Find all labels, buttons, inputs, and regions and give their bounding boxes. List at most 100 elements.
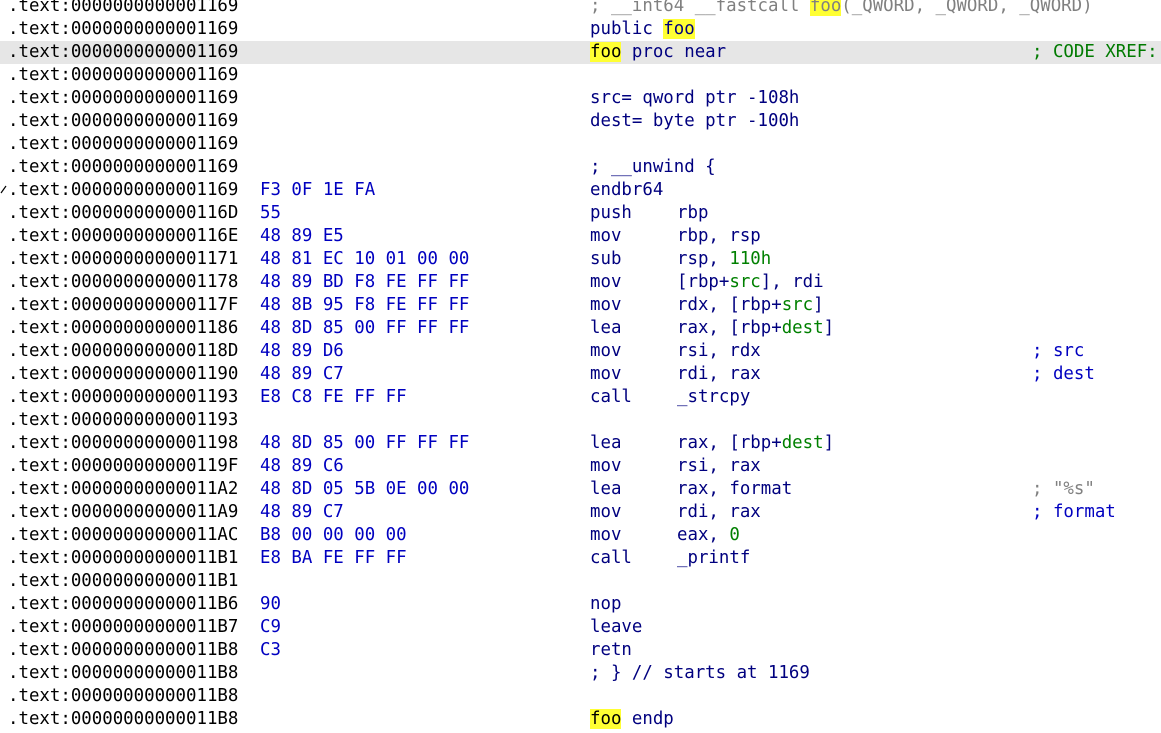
listing-row[interactable]: .text:00000000000011B8 (0, 685, 1161, 708)
address[interactable]: .text:00000000000011A2 (8, 478, 238, 501)
mnemonic[interactable]: mov (590, 294, 621, 317)
function-name[interactable]: foo (809, 0, 842, 16)
address[interactable]: .text:00000000000011B7 (8, 616, 238, 639)
mnemonic[interactable]: mov (590, 501, 621, 524)
mnemonic[interactable]: mov (590, 340, 621, 363)
address[interactable]: .text:000000000000117F (8, 294, 238, 317)
mnemonic[interactable]: call (590, 386, 632, 409)
listing-row[interactable]: .text:000000000000117F 48 8B 95 F8 FE FF … (0, 294, 1161, 317)
address[interactable]: .text:00000000000011A9 (8, 501, 238, 524)
listing-row[interactable]: .text:0000000000001169 (0, 64, 1161, 87)
listing-row[interactable]: .text:00000000000011B7 C9 leave (0, 616, 1161, 639)
listing-row[interactable]: .text:0000000000001178 48 89 BD F8 FE FF … (0, 271, 1161, 294)
mnemonic[interactable]: mov (590, 524, 621, 547)
listing-row[interactable]: .text:00000000000011A9 48 89 C7 mov rdi, ra… (0, 501, 1161, 524)
listing-row[interactable]: .text:00000000000011B8 ; } // starts at 1… (0, 662, 1161, 685)
address[interactable]: .text:0000000000001169 (8, 156, 238, 179)
address[interactable]: .text:00000000000011B8 (8, 708, 238, 731)
listing-row[interactable]: .text:00000000000011A2 48 8D 05 5B 0E 00 … (0, 478, 1161, 501)
mnemonic[interactable]: mov (590, 363, 621, 386)
mnemonic[interactable]: lea (590, 432, 621, 455)
operands[interactable]: rax, [rbp+dest] (677, 432, 834, 455)
listing-row[interactable]: .text:0000000000001169 dest= byte ptr -10… (0, 110, 1161, 133)
listing-row[interactable]: .text:0000000000001193 E8 C8 FE FF FF call… (0, 386, 1161, 409)
address[interactable]: .text:0000000000001169 (8, 0, 238, 18)
listing-row[interactable]: .text:00000000000011B8 C3 retn (0, 639, 1161, 662)
listing-row[interactable]: .text:00000000000011AC B8 00 00 00 00 mov e… (0, 524, 1161, 547)
address[interactable]: .text:0000000000001171 (8, 248, 238, 271)
mnemonic[interactable]: lea (590, 317, 621, 340)
stack-variable[interactable]: src= qword ptr -108h (590, 87, 799, 110)
function-name[interactable]: foo (590, 42, 622, 62)
listing-row[interactable]: .text:0000000000001198 48 8D 85 00 FF FF … (0, 432, 1161, 455)
address[interactable]: .text:0000000000001198 (8, 432, 238, 455)
address[interactable]: .text:0000000000001169 (8, 18, 238, 41)
address[interactable]: .text:000000000000118D (8, 340, 238, 363)
listing-row[interactable]: .text:0000000000001169 foo proc near ; COD… (0, 41, 1161, 64)
mnemonic[interactable]: mov (590, 225, 621, 248)
operands[interactable]: rax, format (677, 478, 792, 501)
function-name[interactable]: foo (663, 19, 695, 39)
address[interactable]: .text:0000000000001193 (8, 386, 238, 409)
mnemonic[interactable]: call (590, 547, 632, 570)
listing-row[interactable]: .text:000000000000116D 55 push rbp (0, 202, 1161, 225)
mnemonic[interactable]: push (590, 202, 632, 225)
mnemonic[interactable]: mov (590, 455, 621, 478)
address[interactable]: .text:00000000000011B6 (8, 593, 238, 616)
address[interactable]: .text:0000000000001169 (8, 110, 238, 133)
address[interactable]: .text:000000000000116E (8, 225, 238, 248)
mnemonic[interactable]: retn (590, 639, 632, 662)
listing-row[interactable]: .text:00000000000011B1 E8 BA FE FF FF call… (0, 547, 1161, 570)
listing-row[interactable]: .text:0000000000001169 public foo (0, 18, 1161, 41)
address[interactable]: .text:00000000000011B1 (8, 570, 238, 593)
address[interactable]: .text:00000000000011B8 (8, 639, 238, 662)
address[interactable]: .text:0000000000001193 (8, 409, 238, 432)
address[interactable]: .text:00000000000011B8 (8, 662, 238, 685)
listing-row[interactable]: .text:0000000000001186 48 8D 85 00 FF FF … (0, 317, 1161, 340)
listing-row[interactable]: .text:0000000000001171 48 81 EC 10 01 00 … (0, 248, 1161, 271)
mnemonic[interactable]: mov (590, 271, 621, 294)
address[interactable]: .text:0000000000001169 (8, 64, 238, 87)
mnemonic[interactable]: nop (590, 593, 621, 616)
listing-row[interactable]: .text:0000000000001169 ; __unwind { (0, 156, 1161, 179)
operands[interactable]: rdi, rax (677, 363, 761, 386)
operands[interactable]: rsp, 110h (677, 248, 771, 271)
address[interactable]: .text:00000000000011AC (8, 524, 238, 547)
listing-row[interactable]: .text:00000000000011B1 (0, 570, 1161, 593)
address[interactable]: .text:00000000000011B1 (8, 547, 238, 570)
operands[interactable]: rdi, rax (677, 501, 761, 524)
address[interactable]: .text:0000000000001169 (8, 41, 238, 64)
listing-row[interactable]: .text:0000000000001193 (0, 409, 1161, 432)
mnemonic[interactable]: sub (590, 248, 621, 271)
operands[interactable]: _printf (677, 547, 750, 570)
operands[interactable]: rbp (677, 202, 708, 225)
address[interactable]: .text:0000000000001169 (8, 179, 238, 202)
address[interactable]: .text:0000000000001169 (8, 133, 238, 156)
listing-row[interactable]: .text:0000000000001190 48 89 C7 mov rdi, ra… (0, 363, 1161, 386)
operands[interactable]: rbp, rsp (677, 225, 761, 248)
listing-row[interactable]: .text:000000000000118D 48 89 D6 mov rsi, rd… (0, 340, 1161, 363)
address[interactable]: .text:0000000000001169 (8, 87, 238, 110)
operands[interactable]: rsi, rax (677, 455, 761, 478)
listing-row[interactable]: .text:0000000000001169 (0, 133, 1161, 156)
operands[interactable]: _strcpy (677, 386, 750, 409)
listing-row[interactable]: .text:00000000000011B6 90 nop (0, 593, 1161, 616)
address[interactable]: .text:00000000000011B8 (8, 685, 238, 708)
operands[interactable]: rdx, [rbp+src] (677, 294, 824, 317)
mnemonic[interactable]: lea (590, 478, 621, 501)
address[interactable]: .text:0000000000001190 (8, 363, 238, 386)
operands[interactable]: rsi, rdx (677, 340, 761, 363)
listing-row[interactable]: .text:000000000000116E 48 89 E5 mov rbp, rs… (0, 225, 1161, 248)
listing-row[interactable]: .text:000000000000119F 48 89 C6 mov rsi, ra… (0, 455, 1161, 478)
address[interactable]: .text:000000000000119F (8, 455, 238, 478)
address[interactable]: .text:0000000000001186 (8, 317, 238, 340)
operands[interactable]: [rbp+src], rdi (677, 271, 824, 294)
disassembly-listing[interactable]: .text:0000000000001169; __int64 __fastca… (0, 0, 1161, 733)
function-name[interactable]: foo (590, 709, 622, 729)
listing-row[interactable]: .text:0000000000001169 F3 0F 1E FA endbr64 (0, 179, 1161, 202)
listing-row[interactable]: .text:00000000000011B8 foo endp (0, 708, 1161, 731)
operands[interactable]: eax, 0 (677, 524, 740, 547)
mnemonic[interactable]: endbr64 (590, 179, 663, 202)
address[interactable]: .text:0000000000001178 (8, 271, 238, 294)
operands[interactable]: rax, [rbp+dest] (677, 317, 834, 340)
